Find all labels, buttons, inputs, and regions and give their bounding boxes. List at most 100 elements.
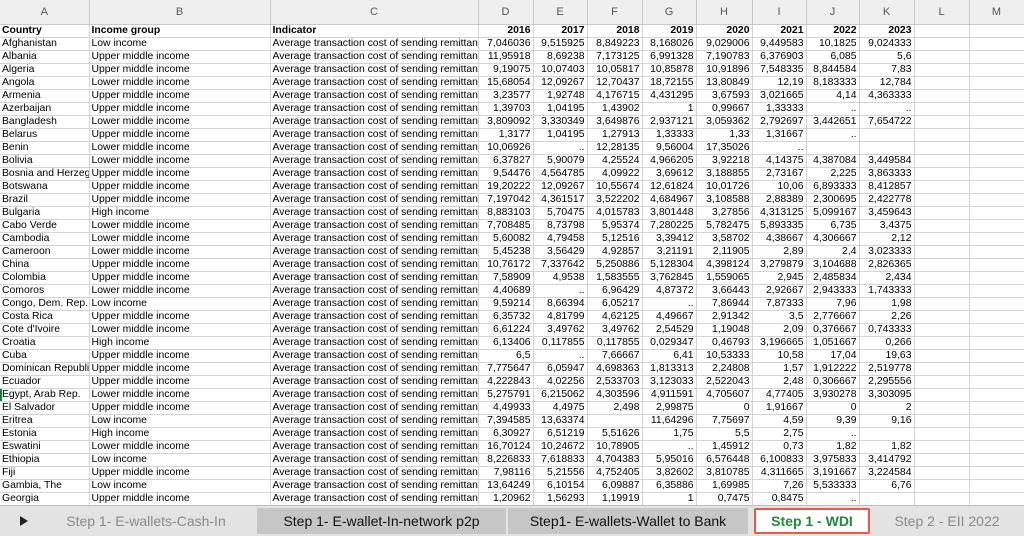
table-cell[interactable]: 10,06926 bbox=[478, 141, 534, 155]
table-cell[interactable]: 4,14 bbox=[806, 89, 860, 103]
table-cell[interactable]: 7,197042 bbox=[478, 193, 534, 207]
table-cell[interactable] bbox=[914, 63, 970, 77]
table-cell[interactable]: Average transaction cost of sending remi… bbox=[270, 128, 479, 142]
table-cell[interactable]: 4,361517 bbox=[533, 193, 588, 207]
table-cell[interactable]: 5,250886 bbox=[587, 258, 643, 272]
table-cell[interactable]: 8,849223 bbox=[587, 37, 643, 51]
table-cell[interactable]: 3,49762 bbox=[533, 323, 588, 337]
table-cell[interactable]: 1,92748 bbox=[533, 89, 588, 103]
table-cell[interactable]: 13,64249 bbox=[478, 479, 534, 493]
table-cell[interactable]: Upper middle income bbox=[89, 50, 271, 64]
table-cell[interactable]: 2,26 bbox=[859, 310, 915, 324]
column-header-l[interactable]: L bbox=[914, 0, 970, 25]
table-cell[interactable]: 3,92218 bbox=[696, 154, 753, 168]
table-cell[interactable]: 2,533703 bbox=[587, 375, 643, 389]
table-cell[interactable]: 8,73798 bbox=[533, 219, 588, 233]
table-cell[interactable] bbox=[914, 37, 970, 51]
table-cell[interactable]: 3,27856 bbox=[696, 206, 753, 220]
table-cell[interactable]: 2,776667 bbox=[806, 310, 860, 324]
table-cell[interactable]: 3,649876 bbox=[587, 115, 643, 129]
table-cell[interactable] bbox=[914, 141, 970, 155]
table-cell[interactable]: 6,376903 bbox=[752, 50, 807, 64]
table-cell[interactable] bbox=[914, 336, 970, 350]
table-cell[interactable]: Low income bbox=[89, 414, 271, 428]
table-cell[interactable]: Average transaction cost of sending remi… bbox=[270, 297, 479, 311]
table-cell[interactable]: .. bbox=[806, 102, 860, 116]
table-cell[interactable] bbox=[914, 440, 970, 454]
table-cell[interactable]: 7,190783 bbox=[696, 50, 753, 64]
table-cell[interactable]: Average transaction cost of sending remi… bbox=[270, 76, 479, 90]
table-cell[interactable]: 3,56429 bbox=[533, 245, 588, 259]
table-cell[interactable]: 3,330349 bbox=[533, 115, 588, 129]
table-cell[interactable]: Average transaction cost of sending remi… bbox=[270, 440, 479, 454]
table-cell[interactable]: 6,576448 bbox=[696, 453, 753, 467]
table-cell[interactable] bbox=[914, 427, 970, 441]
table-cell[interactable] bbox=[914, 323, 970, 337]
table-cell[interactable]: 12,70437 bbox=[587, 76, 643, 90]
table-cell[interactable]: 5,60082 bbox=[478, 232, 534, 246]
table-cell[interactable]: 10,1825 bbox=[806, 37, 860, 51]
table-cell[interactable] bbox=[859, 128, 915, 142]
table-cell[interactable]: Upper middle income bbox=[89, 310, 271, 324]
table-cell[interactable] bbox=[969, 76, 1024, 90]
table-cell[interactable]: 2,225 bbox=[806, 167, 860, 181]
table-cell[interactable]: China bbox=[0, 258, 90, 272]
table-cell[interactable] bbox=[969, 193, 1024, 207]
table-cell[interactable]: 17,35026 bbox=[696, 141, 753, 155]
tab-step-2-eii-2022[interactable]: Step 2 - EII 2022 bbox=[874, 508, 1020, 534]
table-cell[interactable]: 4,14375 bbox=[752, 154, 807, 168]
table-cell[interactable]: 1,04195 bbox=[533, 102, 588, 116]
table-cell[interactable]: 3,67593 bbox=[696, 89, 753, 103]
table-cell[interactable]: 1,91667 bbox=[752, 401, 807, 415]
table-cell[interactable]: 3,021665 bbox=[752, 89, 807, 103]
table-cell[interactable]: 4,87372 bbox=[642, 284, 697, 298]
table-cell[interactable]: 2,12 bbox=[859, 232, 915, 246]
table-cell[interactable] bbox=[914, 115, 970, 129]
table-cell[interactable]: 7,548335 bbox=[752, 63, 807, 77]
table-cell[interactable]: Belarus bbox=[0, 128, 90, 142]
table-cell[interactable]: 7,337642 bbox=[533, 258, 588, 272]
table-cell[interactable]: Upper middle income bbox=[89, 63, 271, 77]
table-cell[interactable] bbox=[859, 492, 915, 505]
tab-e-wallets-cash-in[interactable]: Step 1- E-wallets-Cash-In bbox=[36, 508, 256, 534]
table-cell[interactable]: 4,81799 bbox=[533, 310, 588, 324]
table-cell[interactable]: 4,431295 bbox=[642, 89, 697, 103]
table-cell[interactable] bbox=[914, 297, 970, 311]
column-header-e[interactable]: E bbox=[533, 0, 588, 25]
table-cell[interactable]: 3,23577 bbox=[478, 89, 534, 103]
table-cell[interactable]: 5,6 bbox=[859, 50, 915, 64]
column-header-m[interactable]: M bbox=[969, 0, 1024, 25]
table-cell[interactable]: Costa Rica bbox=[0, 310, 90, 324]
table-cell[interactable]: 2,945 bbox=[752, 271, 807, 285]
table-cell[interactable] bbox=[914, 180, 970, 194]
table-cell[interactable]: 10,76172 bbox=[478, 258, 534, 272]
table-cell[interactable] bbox=[969, 310, 1024, 324]
table-cell[interactable]: 6,30927 bbox=[478, 427, 534, 441]
header-cell[interactable]: 2020 bbox=[696, 24, 753, 38]
table-cell[interactable]: 12,09267 bbox=[533, 76, 588, 90]
table-cell[interactable]: 2,792697 bbox=[752, 115, 807, 129]
table-cell[interactable]: 4,40689 bbox=[478, 284, 534, 298]
table-cell[interactable]: 3,58702 bbox=[696, 232, 753, 246]
table-cell[interactable]: 3,522202 bbox=[587, 193, 643, 207]
table-cell[interactable] bbox=[914, 232, 970, 246]
table-cell[interactable]: 2,422778 bbox=[859, 193, 915, 207]
table-cell[interactable]: Average transaction cost of sending remi… bbox=[270, 310, 479, 324]
table-cell[interactable]: 1,56293 bbox=[533, 492, 588, 505]
table-cell[interactable]: Average transaction cost of sending remi… bbox=[270, 141, 479, 155]
table-cell[interactable]: 0,743333 bbox=[859, 323, 915, 337]
table-cell[interactable]: .. bbox=[642, 297, 697, 311]
table-cell[interactable]: 12,61824 bbox=[642, 180, 697, 194]
table-cell[interactable]: Albania bbox=[0, 50, 90, 64]
table-cell[interactable] bbox=[806, 141, 860, 155]
table-cell[interactable]: 5,51626 bbox=[587, 427, 643, 441]
table-cell[interactable]: 4,363333 bbox=[859, 89, 915, 103]
table-cell[interactable]: 3,49762 bbox=[587, 323, 643, 337]
table-cell[interactable]: Average transaction cost of sending remi… bbox=[270, 115, 479, 129]
table-cell[interactable]: .. bbox=[806, 427, 860, 441]
table-cell[interactable]: 6,085 bbox=[806, 50, 860, 64]
table-cell[interactable] bbox=[969, 414, 1024, 428]
table-cell[interactable] bbox=[859, 141, 915, 155]
table-cell[interactable]: 10,01726 bbox=[696, 180, 753, 194]
table-cell[interactable]: .. bbox=[752, 141, 807, 155]
